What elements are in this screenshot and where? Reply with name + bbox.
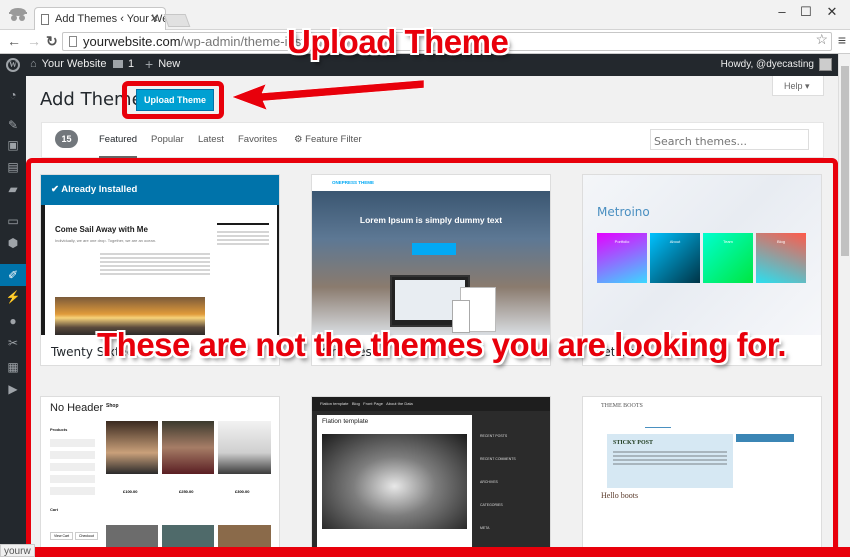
sidebar-item-woocommerce[interactable]: ▭ xyxy=(0,210,26,232)
sidebar-item-dashboard[interactable]: ◔ xyxy=(0,84,26,106)
sidebar-item-tools[interactable]: ✂ xyxy=(0,332,26,354)
search-themes-input[interactable] xyxy=(650,129,809,150)
main-content: Add Themes Upload Theme Help ▾ 15 Featur… xyxy=(26,76,838,556)
upload-highlight-box xyxy=(122,81,224,119)
reload-icon[interactable]: ↻ xyxy=(46,33,58,50)
products-icon: ⬢ xyxy=(7,236,19,250)
sidebar-item-plugins[interactable]: ⚡ xyxy=(0,286,26,308)
media-icon: ▣ xyxy=(7,138,19,152)
sidebar-item-pin[interactable]: ✎ xyxy=(0,114,26,136)
users-icon: ● xyxy=(9,314,17,328)
incognito-icon xyxy=(6,4,30,26)
avatar xyxy=(819,58,832,71)
tab-close-icon[interactable]: ✕ xyxy=(150,12,159,25)
theme-filter-bar: 15 Featured Popular Latest Favorites ⚙ F… xyxy=(41,122,824,159)
sidebar-item-settings[interactable]: ▦ xyxy=(0,356,26,378)
pin-icon: ✎ xyxy=(7,118,19,132)
sidebar-item-media-play[interactable]: ▶ xyxy=(0,378,26,400)
wp-logo-button[interactable]: W xyxy=(6,58,20,72)
greeting: Howdy, @dyecasting xyxy=(720,59,814,70)
tab-latest[interactable]: Latest xyxy=(198,134,224,145)
tab-popular[interactable]: Popular xyxy=(151,134,184,145)
admin-sidebar: ◔ ✎ ▣ ▤ ▰ ▭ ⬢ ✐ ⚡ ● ✂ ▦ ▶ xyxy=(0,76,26,546)
appearance-icon: ✐ xyxy=(7,268,19,282)
browser-menu-icon[interactable]: ≡ xyxy=(838,32,846,48)
comments-count: 1 xyxy=(128,58,135,70)
forward-icon[interactable]: → xyxy=(27,33,41,49)
status-bar-url: yourw xyxy=(0,544,35,557)
new-content-link[interactable]: + New xyxy=(145,56,181,72)
sidebar-item-products[interactable]: ⬢ xyxy=(0,232,26,254)
page-icon xyxy=(41,14,49,25)
new-tab-button[interactable] xyxy=(163,14,191,27)
sidebar-item-pages[interactable]: ▤ xyxy=(0,156,26,178)
sidebar-item-appearance[interactable]: ✐ xyxy=(0,264,26,286)
plus-icon: + xyxy=(145,56,154,72)
plugins-icon: ⚡ xyxy=(5,290,21,304)
sidebar-item-comments[interactable]: ▰ xyxy=(0,178,26,200)
settings-icon: ▦ xyxy=(7,360,19,374)
themes-callout: These are not the themes you are looking… xyxy=(97,326,787,363)
url-domain: yourwebsite.com xyxy=(83,34,181,49)
pages-icon: ▤ xyxy=(7,160,19,174)
back-icon[interactable]: ← xyxy=(7,33,21,49)
comments-icon: ▰ xyxy=(8,182,18,196)
tab-feature-filter[interactable]: ⚙ Feature Filter xyxy=(294,134,362,145)
home-icon: ⌂ xyxy=(30,58,37,70)
tools-icon: ✂ xyxy=(7,336,19,350)
minimize-button[interactable]: – xyxy=(772,4,792,19)
new-label: New xyxy=(158,58,181,70)
tab-featured[interactable]: Featured xyxy=(99,134,138,159)
site-name: Your Website xyxy=(41,58,107,70)
page-icon xyxy=(69,36,77,47)
tab-favorites[interactable]: Favorites xyxy=(238,134,277,145)
wordpress-logo-icon: W xyxy=(6,58,20,72)
sidebar-item-users[interactable]: ● xyxy=(0,310,26,332)
annotation-bottom-border xyxy=(0,547,850,557)
comments-link[interactable]: 1 xyxy=(113,58,134,70)
site-name-link[interactable]: ⌂ Your Website xyxy=(30,58,106,70)
browser-tab[interactable]: Add Themes ‹ Your Websi ✕ xyxy=(34,7,166,31)
woocommerce-icon: ▭ xyxy=(7,214,19,228)
help-tab-button[interactable]: Help ▾ xyxy=(772,76,824,96)
page-scrollbar[interactable] xyxy=(838,54,850,550)
maximize-button[interactable]: ☐ xyxy=(796,4,816,20)
media-play-icon: ▶ xyxy=(8,382,18,396)
account-menu[interactable]: Howdy, @dyecasting xyxy=(721,58,832,71)
theme-count-badge: 15 xyxy=(55,130,78,148)
upload-theme-callout: Upload Theme xyxy=(287,23,509,60)
close-window-button[interactable]: ✕ xyxy=(822,4,842,20)
callout-arrow xyxy=(231,79,425,111)
dashboard-icon: ◔ xyxy=(9,88,17,102)
comment-bubble-icon xyxy=(113,60,123,68)
bookmark-star-icon[interactable]: ☆ xyxy=(815,31,828,48)
sidebar-item-media[interactable]: ▣ xyxy=(0,134,26,156)
scrollbar-thumb[interactable] xyxy=(841,66,849,256)
